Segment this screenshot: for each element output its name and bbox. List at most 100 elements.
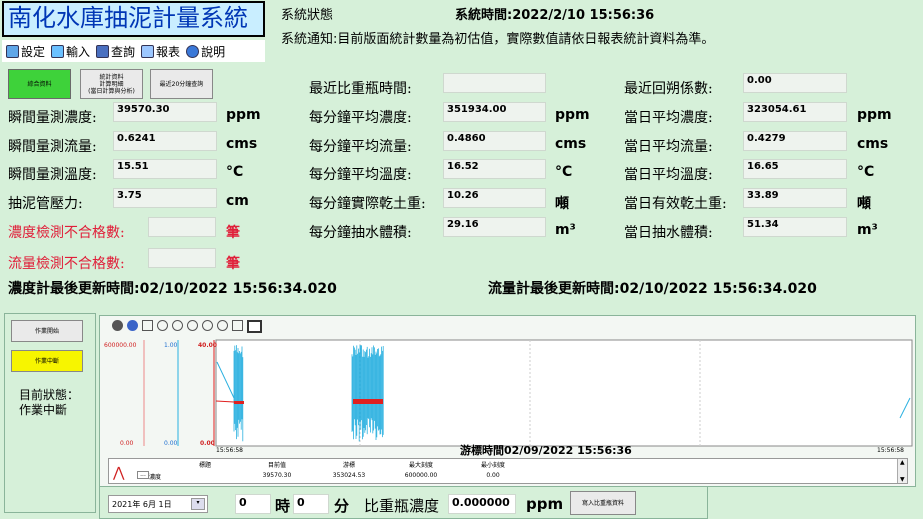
date-picker[interactable]: 2021年 6月 1日 ▾ <box>108 495 208 513</box>
cursor-time: 游標時間02/09/2022 15:56:36 <box>460 444 632 457</box>
grid-header-cell: 游標 <box>342 462 355 469</box>
bottle-input-bar: 2021年 6月 1日 ▾ 0 時 0 分 比重瓶濃度 0.000000 ppm… <box>99 486 708 519</box>
zoom-box-icon[interactable] <box>187 320 198 331</box>
hour-input[interactable]: 0 <box>235 494 271 514</box>
stop-operation-button[interactable]: 作業中斷 <box>11 350 83 372</box>
grid-scrollbar[interactable]: ▲ ▼ <box>897 459 907 483</box>
pause-icon[interactable] <box>127 320 138 331</box>
conc-burst-series-1 <box>233 345 244 442</box>
hour-label: 時 <box>275 497 291 515</box>
menu-bar: 設定 輸入 查詢 報表 說明 <box>2 40 265 62</box>
trend-chart: 600000.00 0.00 1.00 0.00 40.00 0.00 <box>104 339 913 447</box>
plot-area <box>215 339 913 447</box>
table-row[interactable]: 濃度 39570.30 353024.53 600000.00 0.00 <box>149 472 529 481</box>
reset-icon[interactable] <box>232 320 243 331</box>
overview-button[interactable]: 綜合資料 <box>8 69 71 99</box>
regression-label: 最近回朔係數: <box>624 81 713 97</box>
menu-label: 查詢 <box>111 44 136 59</box>
cursor-toggle-icon[interactable] <box>247 320 262 333</box>
menu-item-settings[interactable]: 設定 <box>6 43 45 60</box>
grid-cell: 0.00 <box>486 472 500 479</box>
minute-temp-label: 每分鐘平均溫度: <box>309 167 412 183</box>
query-icon <box>96 44 110 58</box>
zoom-x-icon[interactable] <box>157 320 168 331</box>
grid-cell: 濃度 <box>149 474 162 481</box>
grid-header-cell: 最大刻度 <box>408 462 433 469</box>
daily-conc-value: 323054.61 <box>743 102 847 122</box>
system-notice: 系統通知:目前版面統計數量為初估值，實際數值請依日報表統計資料為準。 <box>281 32 715 47</box>
daily-dry-label: 當日有效乾土重: <box>624 196 727 212</box>
grid-cell: 353024.53 <box>332 472 366 479</box>
zoom-out-icon[interactable] <box>217 320 228 331</box>
minute-vol-label: 每分鐘抽水體積: <box>309 225 412 241</box>
stats-detail-button[interactable]: 統計資料 計算明細 (當日計算與分析) <box>80 69 143 99</box>
menu-item-input[interactable]: 輸入 <box>51 43 90 60</box>
conc-meter-update-time: 濃度計最後更新時間:02/10/2022 15:56:34.020 <box>8 281 337 297</box>
minute-vol-unit: m³ <box>555 222 576 238</box>
axis2-top-label: 1.00 <box>164 342 178 349</box>
daily-temp-value: 16.65 <box>743 159 847 179</box>
play-icon[interactable] <box>112 320 123 331</box>
minute-flow-label: 每分鐘平均流量: <box>309 139 412 155</box>
grid-header-cell: 最小刻度 <box>480 462 505 469</box>
axis1-bottom-label: 0.00 <box>120 440 134 447</box>
axis1-top-label: 600000.00 <box>104 342 137 349</box>
axis2-bottom-label: 0.00 <box>164 440 178 447</box>
conc-fail-unit: 筆 <box>226 225 240 241</box>
minute-input[interactable]: 0 <box>293 494 329 514</box>
copy-icon[interactable] <box>142 320 153 331</box>
system-state-label: 系統狀態 <box>281 8 334 23</box>
daily-vol-unit: m³ <box>857 222 878 238</box>
daily-temp-unit: °C <box>857 164 875 180</box>
write-bottle-data-button[interactable]: 寫入比重瓶資料 <box>570 491 636 515</box>
daily-flow-value: 0.4279 <box>743 131 847 151</box>
time-axis-left: 15:56:58 <box>216 447 243 454</box>
scroll-up-icon[interactable]: ▲ <box>900 459 905 466</box>
menu-item-help[interactable]: 說明 <box>186 43 225 60</box>
pipe-pressure-label: 抽泥管壓力: <box>8 196 83 212</box>
button-line: 統計資料 <box>99 73 124 81</box>
menu-label: 報表 <box>156 44 181 59</box>
bottle-conc-input[interactable]: 0.000000 <box>448 494 516 514</box>
date-value: 2021年 6月 1日 <box>112 500 172 509</box>
conc-fail-value <box>148 217 216 237</box>
pipe-pressure-value: 3.75 <box>113 188 217 208</box>
calendar-dropdown-icon[interactable]: ▾ <box>191 498 205 510</box>
daily-flow-label: 當日平均流量: <box>624 139 713 155</box>
help-icon <box>186 44 200 58</box>
instant-flow-unit: cms <box>226 136 258 152</box>
button-line: 計算明細 <box>99 80 124 88</box>
instant-temp-value: 15.51 <box>113 159 217 179</box>
grid-header-cell: 目前值 <box>267 462 286 469</box>
instant-flow-value: 0.6241 <box>113 131 217 151</box>
last-20min-query-button[interactable]: 最近20分鐘查詢 <box>150 69 213 99</box>
data-grid: ⋀ ... 標題 目前值 游標 最大刻度 最小刻度 濃度 39570.30 35… <box>108 458 908 484</box>
zoom-in-icon[interactable] <box>202 320 213 331</box>
start-operation-button[interactable]: 作業開始 <box>11 320 83 342</box>
minute-dry-label: 每分鐘實際乾土重: <box>309 196 426 212</box>
instant-conc-label: 瞬間量測濃度: <box>8 110 97 126</box>
settings-icon <box>6 44 19 58</box>
conc-burst-series-2 <box>351 345 384 442</box>
grid-cell: 39570.30 <box>262 472 292 479</box>
daily-vol-value: 51.34 <box>743 217 847 237</box>
pipe-pressure-unit: cm <box>226 193 249 209</box>
instant-conc-unit: ppm <box>226 107 261 123</box>
minute-temp-value: 16.52 <box>443 159 546 179</box>
operation-panel: 作業開始 作業中斷 目前狀態： 作業中斷 <box>4 313 96 513</box>
minute-dry-unit: 噸 <box>555 196 569 212</box>
menu-item-query[interactable]: 查詢 <box>96 43 135 60</box>
minute-flow-unit: cms <box>555 136 587 152</box>
minute-conc-unit: ppm <box>555 107 590 123</box>
trend-chart-panel: 600000.00 0.00 1.00 0.00 40.00 0.00 15:5… <box>99 315 916 487</box>
zoom-y-icon[interactable] <box>172 320 183 331</box>
flow-fail-value <box>148 248 216 268</box>
minute-dry-value: 10.26 <box>443 188 546 208</box>
temp-series-1 <box>234 401 244 404</box>
grid-cell: 600000.00 <box>404 472 438 479</box>
menu-item-report[interactable]: 報表 <box>141 43 180 60</box>
more-button[interactable]: ... <box>137 471 149 479</box>
scroll-down-icon[interactable]: ▼ <box>900 476 905 483</box>
trend-icon: ⋀ <box>113 465 125 481</box>
menu-label: 輸入 <box>66 44 91 59</box>
